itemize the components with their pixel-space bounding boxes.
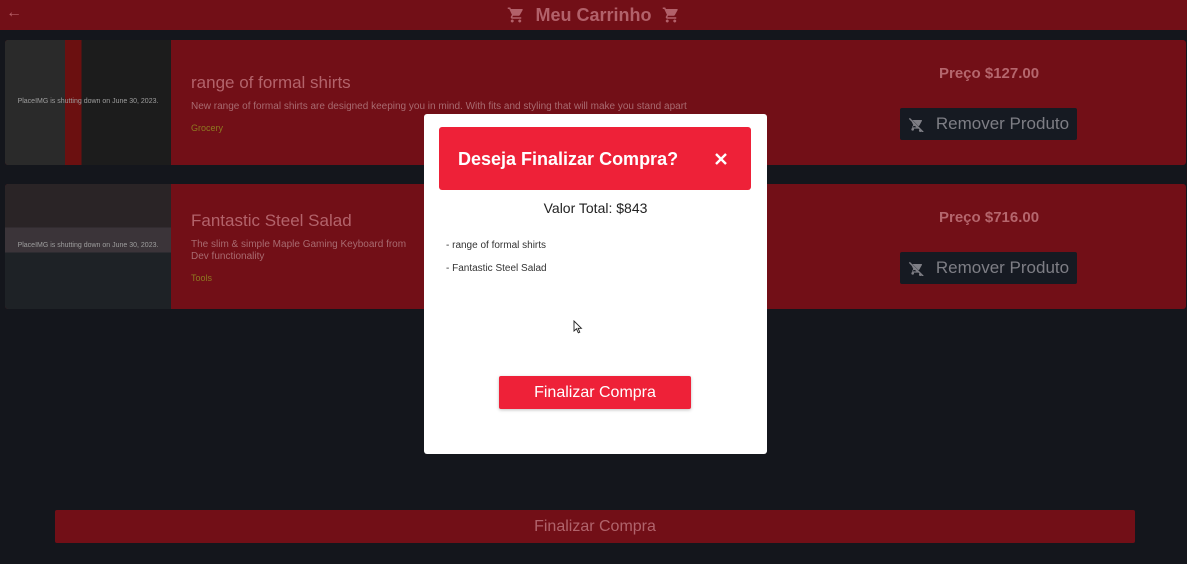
product-description: The slim & simple Maple Gaming Keyboard … — [191, 239, 407, 262]
modal-title: Deseja Finalizar Compra? — [458, 149, 679, 169]
header-title-text: Meu Carrinho — [535, 4, 652, 25]
remove-button-label: Remover Produto — [935, 114, 1070, 133]
remove-button-label: Remover Produto — [935, 258, 1070, 277]
back-arrow-icon[interactable]: ← — [6, 5, 22, 21]
product-price: Preço $716.00 — [939, 209, 1040, 226]
product-price: Preço $127.00 — [939, 65, 1040, 82]
checkout-modal: Deseja Finalizar Compra? Valor Total: $8… — [424, 114, 767, 454]
cart-icon — [662, 6, 680, 24]
cart-icon — [507, 6, 525, 24]
image-caption: PlaceIMG is shutting down on June 30, 20… — [17, 242, 159, 249]
product-category: Tools — [191, 273, 213, 283]
finalize-purchase-button[interactable]: Finalizar Compra — [499, 376, 691, 409]
remove-cart-icon — [908, 261, 924, 276]
app-header: ← Meu Carrinho — [0, 0, 1187, 30]
list-item: - range of formal shirts — [446, 240, 547, 251]
close-icon[interactable] — [713, 151, 729, 167]
product-name: range of formal shirts — [191, 73, 351, 92]
product-description: New range of formal shirts are designed … — [191, 101, 687, 112]
modal-item-list: - range of formal shirts - Fantastic Ste… — [446, 240, 547, 286]
page-title: Meu Carrinho — [507, 5, 679, 26]
remove-product-button[interactable]: Remover Produto — [900, 252, 1077, 284]
remove-product-button[interactable]: Remover Produto — [900, 108, 1077, 140]
product-category: Grocery — [191, 123, 224, 133]
checkout-button[interactable]: Finalizar Compra — [55, 510, 1135, 543]
image-caption: PlaceIMG is shutting down on June 30, 20… — [17, 98, 159, 105]
list-item: - Fantastic Steel Salad — [446, 263, 547, 274]
product-image: PlaceIMG is shutting down on June 30, 20… — [5, 40, 171, 165]
remove-cart-icon — [908, 117, 924, 132]
total-value: Valor Total: $843 — [543, 200, 648, 216]
product-image: PlaceIMG is shutting down on June 30, 20… — [5, 184, 171, 309]
modal-header: Deseja Finalizar Compra? — [439, 127, 751, 190]
product-name: Fantastic Steel Salad — [191, 211, 352, 230]
mouse-cursor-icon — [573, 320, 583, 334]
